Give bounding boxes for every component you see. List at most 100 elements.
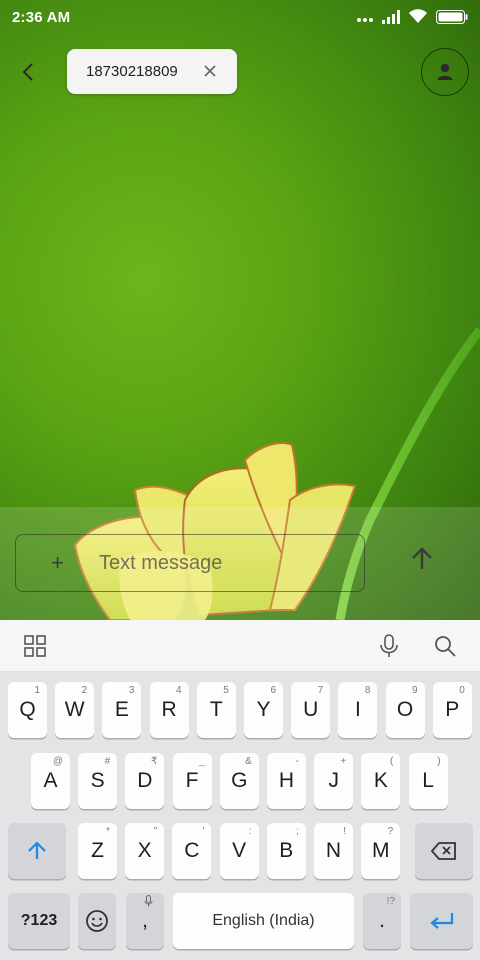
key-h[interactable]: -H xyxy=(267,753,306,809)
key-label: X xyxy=(137,839,152,862)
period-key-hint: !? xyxy=(386,896,395,907)
key-label: D xyxy=(137,769,153,792)
add-attachment-button[interactable]: + xyxy=(16,550,99,576)
recipient-number: 18730218809 xyxy=(86,63,178,80)
key-k[interactable]: (K xyxy=(361,753,401,809)
period-key[interactable]: !? . xyxy=(363,893,401,949)
keyboard-search-button[interactable] xyxy=(431,632,459,660)
key-u[interactable]: 7U xyxy=(291,682,331,738)
grid-icon xyxy=(24,635,46,657)
key-i[interactable]: 8I xyxy=(338,682,378,738)
key-t[interactable]: 5T xyxy=(196,682,236,738)
key-label: U xyxy=(303,698,319,721)
back-arrow-icon xyxy=(22,63,33,81)
key-p[interactable]: 0P xyxy=(432,682,472,738)
remove-recipient-button[interactable] xyxy=(201,62,219,80)
key-hint: ( xyxy=(390,756,394,767)
key-x[interactable]: " X xyxy=(125,823,165,879)
signal-icon xyxy=(382,9,400,29)
key-hint: # xyxy=(104,756,111,767)
key-q[interactable]: 1Q xyxy=(8,682,47,738)
backspace-key[interactable] xyxy=(415,823,473,879)
key-hint: 6 xyxy=(270,685,276,696)
key-e[interactable]: 3E xyxy=(102,682,142,738)
key-hint: ) xyxy=(437,756,441,767)
shift-key[interactable] xyxy=(8,823,66,879)
key-label: O xyxy=(396,698,414,721)
key-d[interactable]: ₹ D xyxy=(125,753,165,809)
status-icons xyxy=(356,9,468,29)
message-input[interactable] xyxy=(99,551,364,575)
enter-key[interactable] xyxy=(410,893,473,949)
key-hint: _ xyxy=(199,756,205,767)
person-icon xyxy=(437,63,453,80)
key-hint: : xyxy=(248,826,252,837)
comma-key[interactable]: , xyxy=(126,893,164,949)
mic-icon xyxy=(380,634,398,657)
key-hint: & xyxy=(245,756,252,767)
key-label: A xyxy=(43,769,58,792)
dots-icon xyxy=(356,10,374,28)
key-s[interactable]: # S xyxy=(78,753,118,809)
key-f[interactable]: _ F xyxy=(172,753,212,809)
key-l[interactable]: ) L xyxy=(408,753,448,809)
key-label: F xyxy=(185,769,199,792)
key-label: L xyxy=(422,769,434,792)
key-j[interactable]: + J xyxy=(314,753,354,809)
comma-mic-icon xyxy=(144,895,153,910)
key-label: E xyxy=(114,698,129,721)
key-z[interactable]: * Z xyxy=(78,823,117,879)
recipient-chip[interactable]: 18730218809 xyxy=(67,49,237,94)
key-o[interactable]: 9O xyxy=(385,682,425,738)
keyboard-toolbar xyxy=(0,620,480,672)
key-v[interactable]: :V xyxy=(219,823,259,879)
space-key[interactable]: English (India) xyxy=(173,893,354,949)
key-hint: 3 xyxy=(128,685,135,696)
key-label: H xyxy=(278,769,295,792)
keyboard: 1Q2W3E4R5T6Y7U8I9O0P @ A # S ₹ D _ F & G - H + J(K) L … xyxy=(0,672,480,960)
status-bar: 2:36 AM xyxy=(0,0,480,34)
key-hint: @ xyxy=(52,756,63,767)
wifi-icon xyxy=(408,9,428,29)
key-a[interactable]: @ A xyxy=(31,753,70,809)
symbols-key[interactable]: ?123 xyxy=(8,893,70,949)
voice-input-button[interactable] xyxy=(375,632,403,660)
key-label: G xyxy=(231,769,248,792)
key-hint: * xyxy=(106,826,110,837)
battery-icon xyxy=(436,9,468,29)
key-w[interactable]: 2W xyxy=(55,682,95,738)
key-label: C xyxy=(184,839,200,862)
key-g[interactable]: & G xyxy=(219,753,259,809)
key-hint: 8 xyxy=(364,685,371,696)
status-time: 2:36 AM xyxy=(12,9,71,26)
key-hint: ! xyxy=(343,826,346,837)
key-hint: ? xyxy=(387,826,394,837)
key-label: M xyxy=(371,839,390,862)
send-button[interactable] xyxy=(400,537,444,581)
key-label: N xyxy=(325,839,342,862)
emoji-key[interactable] xyxy=(78,893,116,949)
up-arrow-icon xyxy=(412,547,432,569)
comma-key-label: , xyxy=(142,909,148,932)
key-r[interactable]: 4R xyxy=(149,682,189,738)
smiley-icon xyxy=(86,910,108,932)
key-label: T xyxy=(209,698,223,721)
key-n[interactable]: ! N xyxy=(314,823,353,879)
key-hint: 9 xyxy=(412,685,418,696)
key-m[interactable]: ? M xyxy=(361,823,401,879)
backspace-icon xyxy=(431,842,456,860)
key-label: I xyxy=(354,698,361,721)
key-hint: ' xyxy=(202,826,205,837)
key-label: J xyxy=(328,769,339,792)
keyboard-menu-button[interactable] xyxy=(21,632,49,660)
back-button[interactable] xyxy=(12,56,44,88)
contact-button[interactable] xyxy=(421,48,469,96)
key-c[interactable]: ' C xyxy=(172,823,212,879)
key-b[interactable]: ; B xyxy=(266,823,306,879)
key-hint: 4 xyxy=(176,685,182,696)
search-icon xyxy=(435,636,456,657)
key-y[interactable]: 6Y xyxy=(244,682,283,738)
key-label: V xyxy=(232,839,247,862)
key-hint: ; xyxy=(296,826,299,837)
key-label: Q xyxy=(19,698,36,721)
